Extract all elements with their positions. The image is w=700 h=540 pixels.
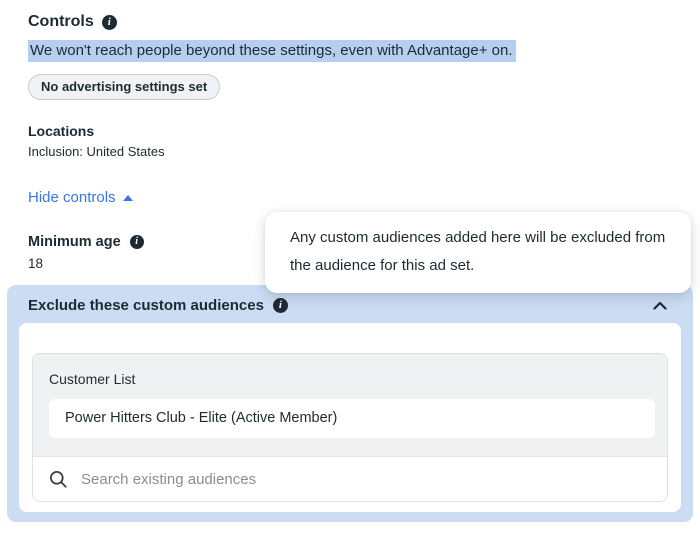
hide-controls-label: Hide controls — [28, 189, 116, 206]
exclude-panel-title: Exclude these custom audiences — [28, 297, 264, 314]
locations-value: Inclusion: United States — [28, 144, 700, 159]
customer-list-label: Customer List — [49, 371, 655, 387]
search-input[interactable] — [81, 471, 651, 488]
hide-controls-link[interactable]: Hide controls — [28, 189, 133, 206]
search-icon — [49, 470, 68, 489]
customer-list-group: Customer List Power Hitters Club - Elite… — [33, 354, 667, 456]
exclude-panel-title-row: Exclude these custom audiences i — [28, 297, 288, 314]
selected-audience-row[interactable]: Power Hitters Club - Elite (Active Membe… — [49, 399, 655, 438]
chevron-up-icon — [653, 301, 667, 310]
minimum-age-label: Minimum age — [28, 234, 121, 250]
locations-label: Locations — [28, 123, 700, 139]
controls-note: We won't reach people beyond these setti… — [28, 40, 700, 61]
audience-card: Customer List Power Hitters Club - Elite… — [19, 323, 681, 512]
info-icon[interactable]: i — [130, 235, 144, 249]
audience-search-row — [33, 456, 667, 501]
exclude-custom-audiences-panel: Exclude these custom audiences i Custome… — [7, 285, 693, 522]
controls-heading: Controls i — [28, 13, 700, 31]
info-icon[interactable]: i — [102, 15, 117, 30]
info-icon[interactable]: i — [273, 298, 288, 313]
status-badge: No advertising settings set — [28, 74, 220, 100]
caret-up-icon — [123, 195, 133, 201]
audience-box: Customer List Power Hitters Club - Elite… — [32, 353, 668, 502]
controls-title: Controls — [28, 13, 94, 31]
tooltip: Any custom audiences added here will be … — [265, 212, 691, 293]
collapse-button[interactable] — [651, 299, 669, 312]
highlighted-text: We won't reach people beyond these setti… — [28, 40, 516, 62]
tooltip-text: Any custom audiences added here will be … — [290, 229, 665, 274]
